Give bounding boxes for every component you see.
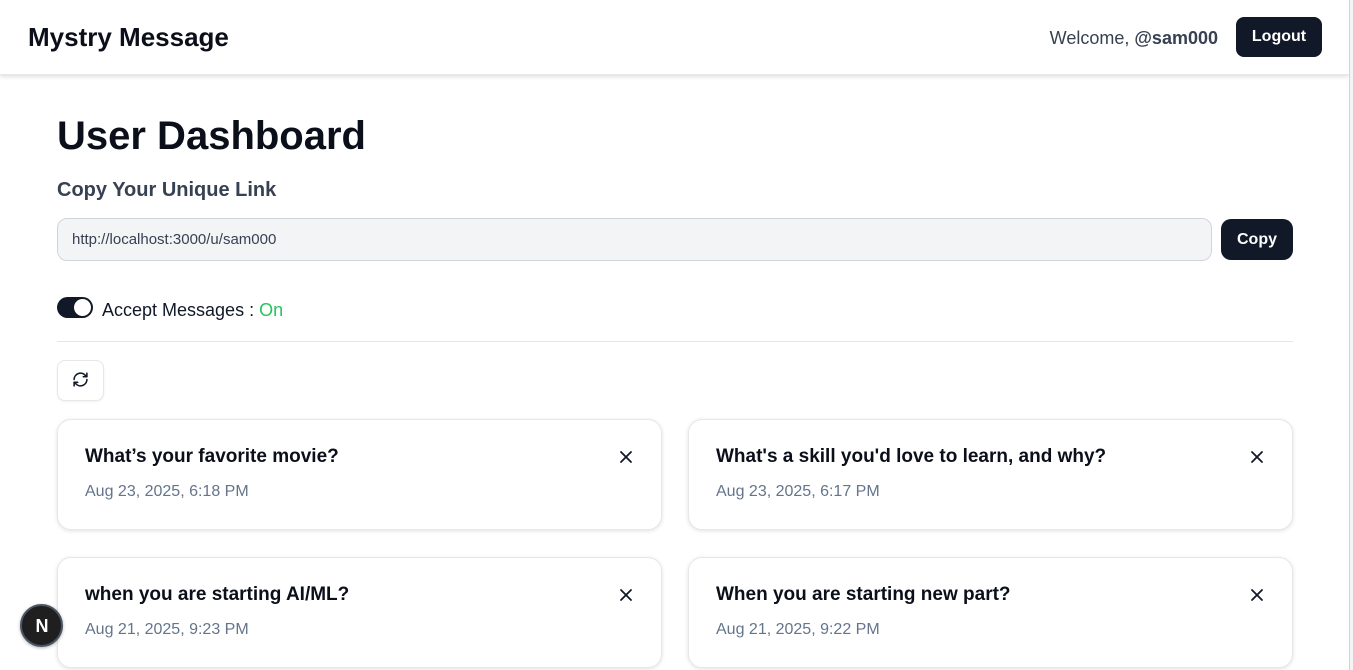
divider [57,341,1293,342]
close-icon[interactable] [617,586,635,604]
copy-link-label: Copy Your Unique Link [57,179,277,201]
brand-title: Mystry Message [28,22,229,52]
accept-messages-toggle[interactable] [57,297,93,318]
message-date: Aug 23, 2025, 6:17 PM [716,483,880,500]
page: Mystry Message Welcome, @sam000 Logout U… [0,0,1353,670]
message-date: Aug 23, 2025, 6:18 PM [85,483,249,500]
message-card: When you are starting new part? Aug 21, … [688,557,1293,668]
logout-button[interactable]: Logout [1236,17,1322,57]
message-card: What’s your favorite movie? Aug 23, 2025… [57,419,662,530]
accept-status: On [259,300,284,320]
nextjs-logo-icon: N [35,616,48,636]
username: @sam000 [1134,28,1218,48]
accept-messages-text: Accept Messages : [102,300,260,320]
refresh-button[interactable] [57,360,104,401]
accept-messages-label: Accept Messages : On [102,300,283,321]
message-date: Aug 21, 2025, 9:23 PM [85,621,249,638]
message-content: What's a skill you'd love to learn, and … [716,446,1107,467]
welcome-prefix: Welcome, [1049,28,1135,48]
message-content: What’s your favorite movie? [85,446,339,467]
message-date: Aug 21, 2025, 9:22 PM [716,621,880,638]
navbar: Mystry Message Welcome, @sam000 Logout [0,0,1349,75]
message-card: when you are starting AI/ML? Aug 21, 202… [57,557,662,668]
nextjs-letter: N [35,616,48,636]
message-content: when you are starting AI/ML? [85,584,350,605]
close-icon[interactable] [617,448,635,466]
unique-link-input[interactable] [57,218,1212,261]
page-title: User Dashboard [57,114,366,158]
message-content: When you are starting new part? [716,584,1011,605]
message-card: What's a skill you'd love to learn, and … [688,419,1293,530]
welcome-text: Welcome, @sam000 [1050,28,1218,49]
close-icon[interactable] [1248,586,1266,604]
nextjs-dev-badge[interactable]: N [20,604,63,647]
close-icon[interactable] [1248,448,1266,466]
scrollbar[interactable] [1349,0,1353,670]
copy-button[interactable]: Copy [1221,219,1293,260]
toggle-knob [74,299,91,316]
refresh-icon [72,371,89,391]
